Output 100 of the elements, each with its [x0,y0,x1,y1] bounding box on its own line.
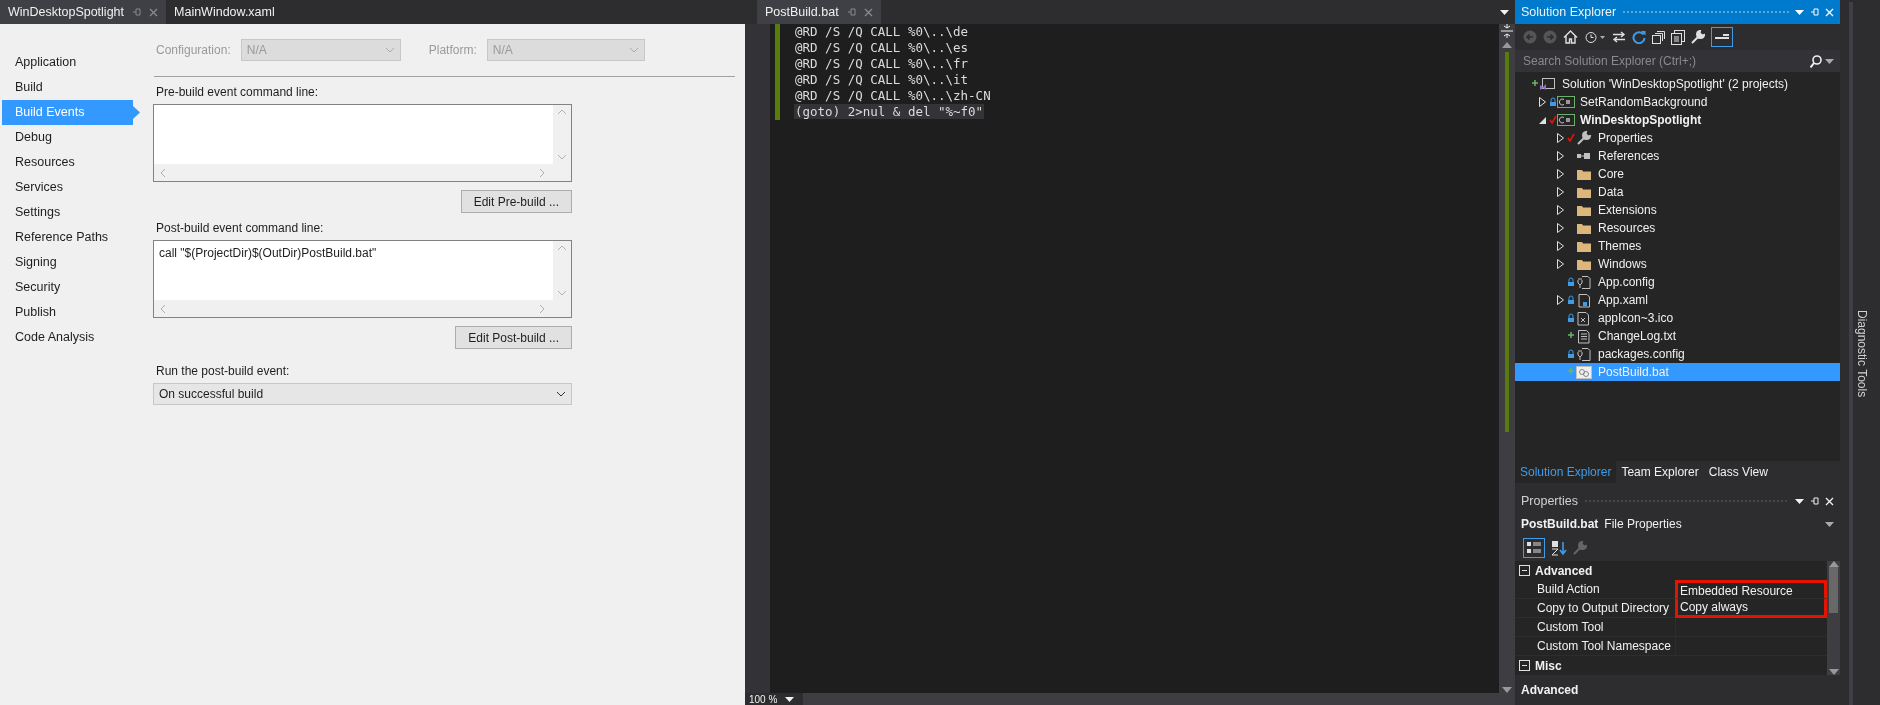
scroll-down-icon[interactable] [1828,669,1839,675]
run-event-dropdown[interactable]: On successful build [153,383,572,405]
caret-icon[interactable] [1825,521,1834,527]
caret-icon[interactable] [785,696,795,702]
field-label: Post-build event command line: [156,220,325,237]
solution-icon [1539,76,1557,92]
tree-item[interactable]: SetRandomBackground [1515,93,1840,111]
expand-icon[interactable] [1556,223,1564,233]
text-file-icon [1575,328,1593,344]
code-line: @RD /S /Q CALL %0\..\fr [794,56,970,71]
expand-icon[interactable] [1556,187,1564,197]
scroll-thumb[interactable] [1505,52,1509,432]
edit-button[interactable]: Edit Post-build ... [455,326,572,349]
expand-icon[interactable] [1556,259,1564,269]
history-icon[interactable] [1584,30,1606,44]
panel-tab[interactable]: Class View [1703,461,1773,483]
refresh-icon[interactable] [1632,30,1646,44]
zoom-dropdown[interactable]: 100 % [745,693,803,705]
tree-item[interactable]: ChangeLog.txt [1515,327,1840,345]
home-icon[interactable] [1563,30,1578,44]
caret-icon[interactable] [1825,58,1834,64]
sort-alphabetical-icon[interactable] [1551,540,1567,556]
pointer-arrow-icon [133,106,140,119]
document-tab[interactable]: MainWindow.xaml [166,0,283,24]
nav-item[interactable]: Services [2,175,133,200]
expand-icon[interactable] [1556,205,1564,215]
object-selector[interactable]: PostBuild.bat File Properties [1515,513,1840,535]
tree-item[interactable]: Solution 'WinDesktopSpotlight' (2 projects) [1515,75,1840,93]
nav-item[interactable]: Build [2,75,133,100]
categorized-icon[interactable] [1523,538,1545,558]
category-header: Advanced [1535,562,1593,580]
nav-item[interactable]: Publish [2,300,133,325]
expanded-icon[interactable] [1538,116,1546,124]
category-header: Misc [1535,657,1562,675]
nav-item[interactable]: Settings [2,200,133,225]
collapse-icon[interactable] [1519,660,1530,671]
search-icon[interactable] [1810,54,1822,68]
property-name: Custom Tool Namespace [1515,637,1675,656]
wrench-icon [1575,130,1593,146]
nav-item[interactable]: Code Analysis [2,325,133,350]
expand-icon[interactable] [1556,133,1564,143]
code-line: @RD /S /Q CALL %0\..\it [794,72,970,87]
expand-icon[interactable] [1538,97,1546,107]
tree-item[interactable]: Windows [1515,255,1840,273]
search-field[interactable]: Search Solution Explorer (Ctrl+;) [1521,51,1810,71]
nav-item[interactable]: Debug [2,125,133,150]
edit-button[interactable]: Edit Pre-build ... [460,190,572,213]
scroll-thumb[interactable] [1829,567,1838,613]
tree-item[interactable]: WinDesktopSpotlight [1515,111,1840,129]
config-file-icon [1575,274,1593,290]
tree-item[interactable]: Data [1515,183,1840,201]
tree-item[interactable]: References [1515,147,1840,165]
tree-item[interactable]: App.xaml [1515,291,1840,309]
field-label: Run the post-build event: [156,363,291,380]
csharp-project-icon [1557,112,1575,128]
split-icon[interactable] [1501,24,1513,38]
nav-item[interactable]: Security [2,275,133,300]
property-value[interactable]: Embedded Resource [1675,580,1827,599]
config-file-icon [1575,346,1593,362]
nav-item[interactable]: Signing [2,250,133,275]
panel-title: Solution Explorer [1521,3,1617,21]
panel-tab[interactable]: Team Explorer [1616,461,1704,483]
sync-icon[interactable] [1612,31,1626,43]
document-stack-icon[interactable] [1671,29,1685,45]
tree-item[interactable]: appIcon~3.ico [1515,309,1840,327]
code-line: @RD /S /Q CALL %0\..\de [794,24,970,39]
batch-file-icon [1575,364,1593,380]
expand-icon[interactable] [1556,169,1564,179]
nav-item[interactable]: Reference Paths [2,225,133,250]
collapse-icon[interactable] [1519,565,1530,576]
nav-item[interactable]: Resources [2,150,133,175]
caret-icon[interactable] [1500,9,1509,15]
description-title: Advanced [1520,682,1580,699]
xaml-file-icon [1575,292,1593,308]
property-name: Copy to Output Directory [1515,599,1675,618]
tree-item[interactable]: Themes [1515,237,1840,255]
field-label: Platform: [428,42,477,59]
nav-item[interactable]: Application [2,50,133,75]
property-name: Build Action [1515,580,1675,599]
collapse-all-icon[interactable] [1652,30,1665,44]
expand-icon[interactable] [1556,241,1564,251]
panel-tab[interactable]: Solution Explorer [1515,461,1617,483]
code-line: @RD /S /Q CALL %0\..\es [794,40,970,55]
tree-item[interactable]: Extensions [1515,201,1840,219]
caret-icon[interactable] [1795,498,1804,504]
field-label: Pre-build event command line: [156,84,320,101]
tree-item[interactable]: Resources [1515,219,1840,237]
expand-icon[interactable] [1556,151,1564,161]
field-label: Configuration: [156,42,231,59]
tree-item[interactable]: Core [1515,165,1840,183]
scroll-up-icon[interactable] [1502,42,1512,48]
panel-title: Properties [1521,492,1578,510]
field-value: call "$(ProjectDir)$(OutDir)PostBuild.bat" [159,246,377,260]
tree-item[interactable]: App.config [1515,273,1840,291]
expand-icon[interactable] [1556,295,1564,305]
tree-item[interactable]: packages.config [1515,345,1840,363]
tree-item[interactable]: Properties [1515,129,1840,147]
chevron-down-icon[interactable] [556,391,566,397]
search-box[interactable]: Search Solution Explorer (Ctrl+;) [1515,50,1840,72]
preview-toggle-icon[interactable] [1711,27,1733,47]
